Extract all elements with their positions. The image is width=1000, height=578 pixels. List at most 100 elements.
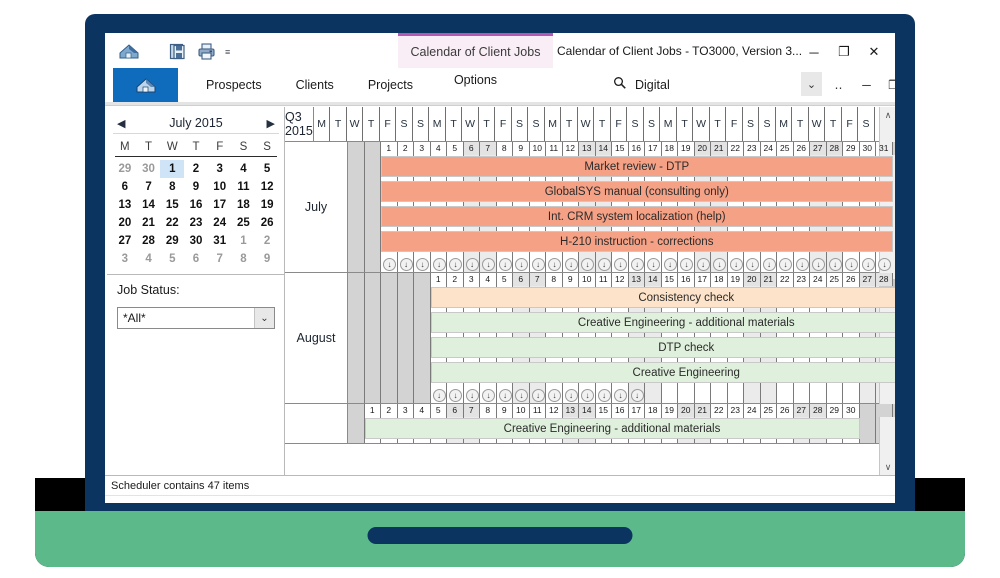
calendar-day[interactable]: 25 [232, 214, 256, 232]
calendar-day[interactable]: 4 [137, 250, 161, 268]
gantt-day-arrow-icon[interactable]: ↓ [548, 258, 561, 271]
customize-qat-caret-icon[interactable]: ≡ [225, 47, 230, 57]
file-tab[interactable] [113, 68, 178, 102]
gantt-task-bar[interactable]: Creative Engineering [431, 362, 896, 383]
gantt-day-arrow-icon[interactable]: ↓ [449, 389, 462, 402]
calendar-day[interactable]: 3 [208, 160, 232, 178]
calendar-day[interactable]: 26 [255, 214, 279, 232]
calendar-day[interactable]: 14 [137, 196, 161, 214]
calendar-day[interactable]: 6 [113, 178, 137, 196]
job-status-select[interactable]: *All* ⌄ [117, 307, 275, 329]
gantt-day-arrow-icon[interactable]: ↓ [878, 258, 891, 271]
next-month-icon[interactable]: ▶ [263, 117, 279, 130]
close-button[interactable]: ✕ [859, 42, 889, 62]
search-dropdown-caret-icon[interactable]: ⌄ [801, 72, 822, 96]
inner-restore-button[interactable]: ❐ [880, 72, 895, 97]
gantt-task-bar[interactable]: Creative Engineering - additional materi… [365, 418, 860, 439]
gantt-day-arrow-icon[interactable]: ↓ [515, 389, 528, 402]
gantt-day-arrow-icon[interactable]: ↓ [532, 258, 545, 271]
calendar-day[interactable]: 20 [113, 214, 137, 232]
calendar-day[interactable]: 11 [232, 178, 256, 196]
gantt-day-arrow-icon[interactable]: ↓ [449, 258, 462, 271]
gantt-day-arrow-icon[interactable]: ↓ [499, 258, 512, 271]
gantt-day-arrow-icon[interactable]: ↓ [614, 258, 627, 271]
gantt-day-arrow-icon[interactable]: ↓ [383, 258, 396, 271]
gantt-day-arrow-icon[interactable]: ↓ [532, 389, 545, 402]
gantt-day-arrow-icon[interactable]: ↓ [796, 258, 809, 271]
calendar-day[interactable]: 10 [208, 178, 232, 196]
gantt-day-arrow-icon[interactable]: ↓ [631, 389, 644, 402]
gantt-day-arrow-icon[interactable]: ↓ [829, 258, 842, 271]
gantt-task-bar[interactable]: GlobalSYS manual (consulting only) [381, 181, 893, 202]
calendar-day[interactable]: 5 [160, 250, 184, 268]
calendar-day[interactable]: 28 [137, 232, 161, 250]
calendar-day[interactable]: 3 [113, 250, 137, 268]
gantt-day-arrow-icon[interactable]: ↓ [466, 389, 479, 402]
calendar-day[interactable]: 7 [208, 250, 232, 268]
calendar-day[interactable]: 8 [232, 250, 256, 268]
gantt-task-bar[interactable]: Int. CRM system localization (help) [381, 206, 893, 227]
calendar-day[interactable]: 21 [137, 214, 161, 232]
calendar-day[interactable]: 5 [255, 160, 279, 178]
gantt-day-arrow-icon[interactable]: ↓ [499, 389, 512, 402]
calendar-day[interactable]: 27 [113, 232, 137, 250]
gantt-day-arrow-icon[interactable]: ↓ [845, 258, 858, 271]
inner-minimize-button[interactable]: ─ [853, 72, 880, 97]
calendar-day[interactable]: 15 [160, 196, 184, 214]
home-icon[interactable] [118, 41, 140, 61]
gantt-day-arrow-icon[interactable]: ↓ [433, 258, 446, 271]
calendar-day[interactable]: 2 [184, 160, 208, 178]
calendar-day[interactable]: 12 [255, 178, 279, 196]
gantt-day-arrow-icon[interactable]: ↓ [862, 258, 875, 271]
calendar-day[interactable]: 9 [255, 250, 279, 268]
gantt-task-bar[interactable]: Creative Engineering - additional materi… [431, 312, 896, 333]
gantt-task-bar[interactable]: Consistency check [431, 287, 896, 308]
calendar-day[interactable]: 1 [160, 160, 184, 178]
gantt-day-arrow-icon[interactable]: ↓ [400, 258, 413, 271]
gantt-task-bar[interactable]: DTP check [431, 337, 896, 358]
gantt-task-bar[interactable]: Market review - DTP [381, 156, 893, 177]
calendar-day[interactable]: 29 [113, 160, 137, 178]
gantt-day-arrow-icon[interactable]: ↓ [746, 258, 759, 271]
tab-prospects[interactable]: Prospects [189, 68, 279, 102]
calendar-day[interactable]: 1 [232, 232, 256, 250]
calendar-day[interactable]: 2 [255, 232, 279, 250]
gantt-day-arrow-icon[interactable]: ↓ [730, 258, 743, 271]
tab-options[interactable]: Options [398, 73, 553, 87]
gantt-day-arrow-icon[interactable]: ↓ [812, 258, 825, 271]
gantt-day-arrow-icon[interactable]: ↓ [631, 258, 644, 271]
gantt-day-arrow-icon[interactable]: ↓ [598, 389, 611, 402]
gantt-day-arrow-icon[interactable]: ↓ [515, 258, 528, 271]
calendar-day[interactable]: 16 [184, 196, 208, 214]
calendar-day[interactable]: 8 [160, 178, 184, 196]
gantt-day-arrow-icon[interactable]: ↓ [664, 258, 677, 271]
calendar-day[interactable]: 30 [137, 160, 161, 178]
gantt-day-arrow-icon[interactable]: ↓ [565, 258, 578, 271]
calendar-day[interactable]: 22 [160, 214, 184, 232]
gantt-day-arrow-icon[interactable]: ↓ [565, 389, 578, 402]
calendar-day[interactable]: 9 [184, 178, 208, 196]
restore-button[interactable]: ❐ [829, 42, 859, 62]
scroll-up-button[interactable]: ∧ [880, 107, 895, 123]
calendar-day[interactable]: 29 [160, 232, 184, 250]
tab-clients[interactable]: Clients [279, 68, 351, 102]
calendar-day[interactable]: 31 [208, 232, 232, 250]
calendar-day[interactable]: 17 [208, 196, 232, 214]
calendar-day[interactable]: 4 [232, 160, 256, 178]
gantt-day-arrow-icon[interactable]: ↓ [713, 258, 726, 271]
gantt-day-arrow-icon[interactable]: ↓ [697, 258, 710, 271]
search-input[interactable]: Digital [613, 74, 798, 96]
gantt-task-bar[interactable]: H-210 instruction - corrections [381, 231, 893, 252]
gantt-day-arrow-icon[interactable]: ↓ [416, 258, 429, 271]
gantt-day-arrow-icon[interactable]: ↓ [466, 258, 479, 271]
gantt-day-arrow-icon[interactable]: ↓ [433, 389, 446, 402]
gantt-day-arrow-icon[interactable]: ↓ [482, 258, 495, 271]
more-options-button[interactable]: ‥ [828, 74, 850, 96]
gantt-day-arrow-icon[interactable]: ↓ [598, 258, 611, 271]
gantt-day-arrow-icon[interactable]: ↓ [548, 389, 561, 402]
gantt-day-arrow-icon[interactable]: ↓ [763, 258, 776, 271]
gantt-day-arrow-icon[interactable]: ↓ [647, 258, 660, 271]
scroll-down-button[interactable]: ∨ [880, 459, 895, 475]
print-icon[interactable] [197, 42, 216, 61]
prev-month-icon[interactable]: ◀ [113, 117, 129, 130]
